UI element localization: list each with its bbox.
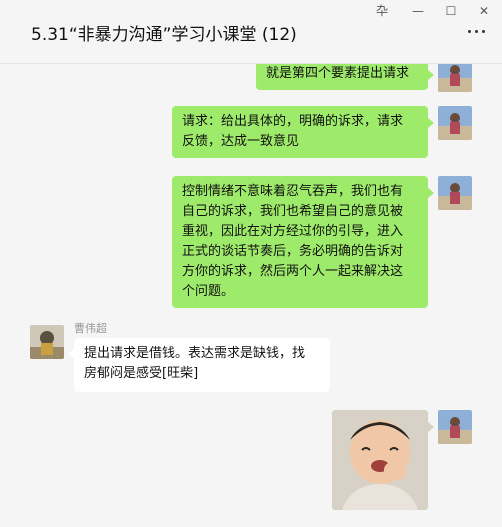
- message-line: 提出请求是借钱。表达需求是缺钱，找: [84, 346, 306, 361]
- pin-icon[interactable]: 卆: [372, 2, 392, 20]
- avatar[interactable]: [438, 410, 472, 444]
- message-line: 房郁闷是感受[旺柴]: [84, 366, 199, 381]
- chat-title: 5.31“非暴力沟通”学习小课堂 (12): [31, 25, 297, 45]
- message-bubble[interactable]: 请求：给出具体的，明确的诉求，请求 反馈，达成一致意见: [172, 106, 428, 158]
- maximize-icon[interactable]: ☐: [441, 2, 461, 20]
- message-list[interactable]: 就是第四个要素提出请求 请求：给出具体的，明确的诉求，请求 反馈，达成一致意见: [0, 64, 502, 527]
- chat-window: 5.31“非暴力沟通”学习小课堂 (12) 卆 — ☐ ✕ 就是第四个要素提出请…: [0, 0, 502, 527]
- more-options-button[interactable]: [466, 24, 488, 38]
- message-line: 就是第四个要素提出请求: [266, 66, 410, 81]
- message-bubble[interactable]: 就是第四个要素提出请求: [256, 64, 428, 90]
- sender-name: 曹伟超: [74, 322, 107, 335]
- more-dot: [482, 30, 485, 33]
- message-line: 正式的谈话节奏后，务必明确的告诉对: [182, 244, 404, 259]
- title-bar: 5.31“非暴力沟通”学习小课堂 (12) 卆 — ☐ ✕: [0, 0, 502, 64]
- bubble-tail: [428, 422, 434, 432]
- message-line: 重视，因此在对方经过你的引导，进入: [182, 224, 404, 239]
- more-dot: [475, 30, 478, 33]
- message-line: 请求：给出具体的，明确的诉求，请求: [182, 114, 404, 129]
- minimize-icon[interactable]: —: [408, 2, 428, 20]
- more-dots-icon: [468, 30, 471, 33]
- avatar[interactable]: [30, 325, 64, 359]
- avatar[interactable]: [438, 176, 472, 210]
- message-line: 控制情绪不意味着忍气吞声，我们也有: [182, 184, 404, 199]
- avatar[interactable]: [438, 106, 472, 140]
- message-bubble[interactable]: 控制情绪不意味着忍气吞声，我们也有 自己的诉求，我们也希望自己的意见被 重视，因…: [172, 176, 428, 308]
- baby-laughing-photo-icon: [332, 410, 428, 510]
- bubble-tail: [428, 118, 434, 128]
- image-message[interactable]: [332, 410, 428, 510]
- message-line: 方你的诉求，然后两个人一起来解决这: [182, 264, 404, 279]
- message-line: 自己的诉求，我们也希望自己的意见被: [182, 204, 404, 219]
- message-bubble[interactable]: 提出请求是借钱。表达需求是缺钱，找 房郁闷是感受[旺柴]: [74, 338, 330, 392]
- bubble-tail: [428, 188, 434, 198]
- avatar[interactable]: [438, 64, 472, 92]
- message-line: 反馈，达成一致意见: [182, 134, 300, 149]
- close-icon[interactable]: ✕: [474, 2, 494, 20]
- bubble-tail: [428, 70, 434, 80]
- message-line: 个问题。: [182, 284, 235, 299]
